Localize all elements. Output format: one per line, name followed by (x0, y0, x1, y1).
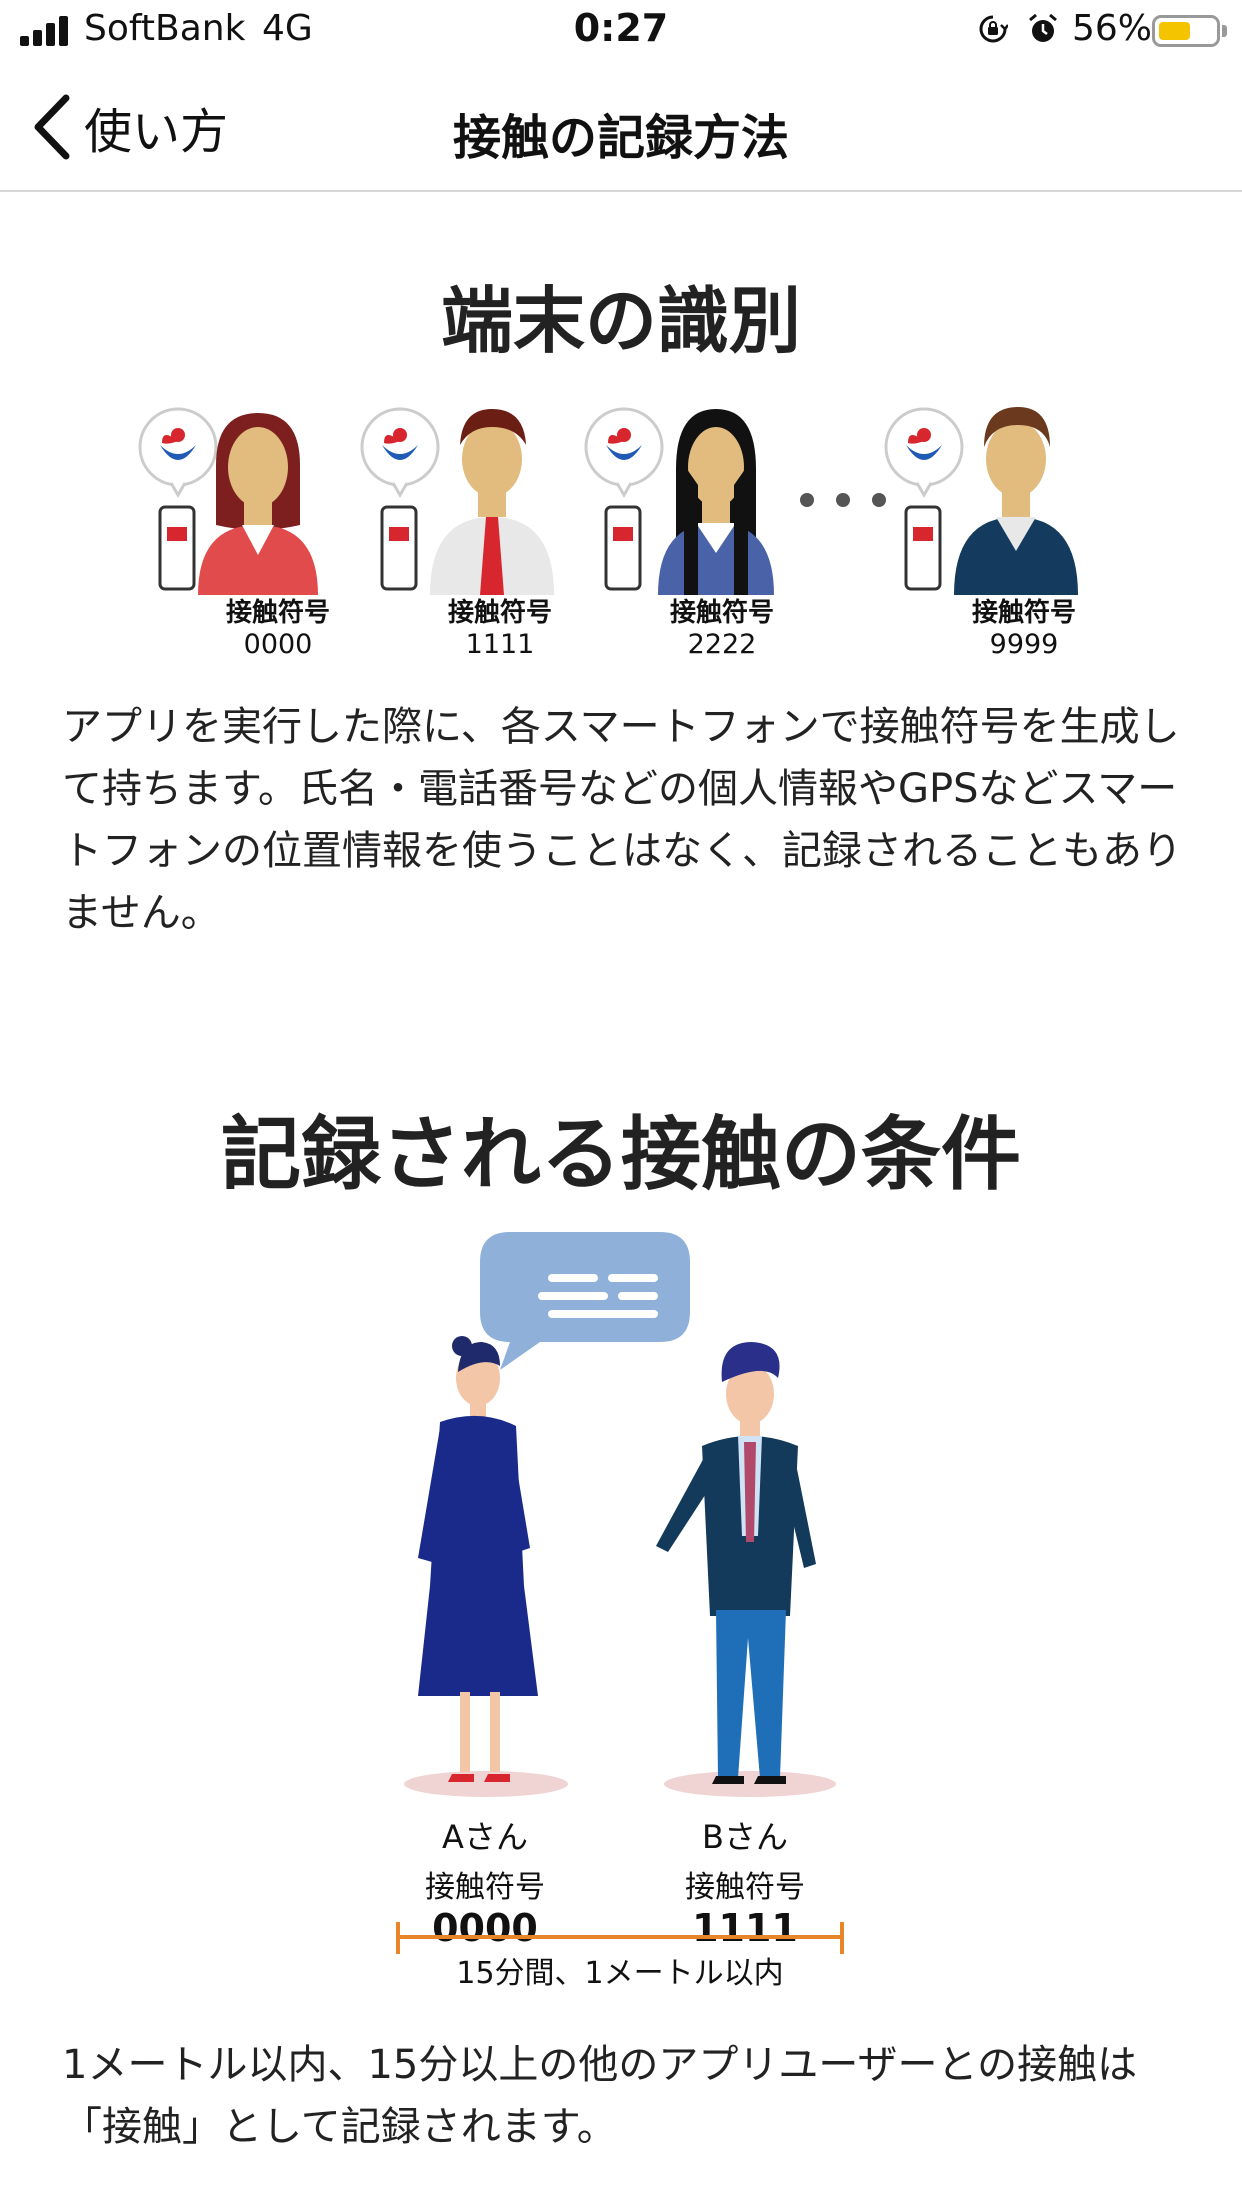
person-b-code-label: 接触符号 (685, 1870, 805, 1905)
person-b-figure (656, 1342, 816, 1784)
code-value: 1111 (465, 629, 535, 660)
identify-description: アプリを実行した際に、各スマートフォンで接触符号を生成して持ちます。氏名・電話番… (62, 704, 1182, 936)
person-a-figure (418, 1336, 538, 1782)
distance-range-label: 15分間、1メートル以内 (456, 1956, 784, 1991)
two-people-conversation-illustration (404, 1232, 836, 1797)
device-code-label: 接触符号 2222 (642, 592, 802, 660)
status-bar: SoftBank 4G 0:27 56% (0, 0, 1242, 62)
device-code-label: 接触符号 9999 (944, 592, 1104, 660)
smartphone-icon (380, 505, 418, 591)
alarm-icon (1029, 13, 1057, 42)
app-logo-bubble-icon (138, 407, 218, 498)
battery-icon (1152, 15, 1220, 47)
smartphone-icon (604, 505, 642, 591)
app-logo-bubble-icon (360, 407, 440, 498)
person-a-code-label: 接触符号 (425, 1870, 545, 1905)
battery-percent: 56% (1072, 8, 1153, 49)
speech-bubble-icon (480, 1232, 690, 1370)
device-code-label: 接触符号 0000 (198, 592, 358, 660)
code-value: 9999 (989, 629, 1059, 660)
app-logo-bubble-icon (584, 407, 664, 498)
code-label-text: 接触符号 (447, 598, 552, 628)
battery-tip (1222, 25, 1227, 37)
page-title: 接触の記録方法 (452, 110, 789, 166)
code-value: 2222 (687, 629, 757, 660)
code-label-text: 接触符号 (225, 598, 330, 628)
smartphone-icon (158, 505, 196, 591)
section-heading-identify: 端末の識別 (440, 279, 801, 363)
person-b-name: Bさん (702, 1818, 788, 1856)
app-logo-bubble-icon (884, 407, 964, 498)
nav-bar: 使い方 接触の記録方法 (0, 62, 1242, 192)
smartphone-icon (904, 505, 942, 591)
rotation-lock-icon (979, 15, 1008, 43)
person-a-name: Aさん (442, 1818, 528, 1856)
section-heading-conditions: 記録される接触の条件 (221, 1108, 1021, 1201)
device-code-label: 接触符号 1111 (420, 592, 580, 660)
code-value: 0000 (243, 629, 313, 660)
code-label-text: 接触符号 (669, 598, 774, 628)
code-label-text: 接触符号 (971, 598, 1076, 628)
conditions-description: 1メートル以内、15分以上の他のアプリユーザーとの接触は「接触」として記録されま… (62, 2042, 1138, 2150)
